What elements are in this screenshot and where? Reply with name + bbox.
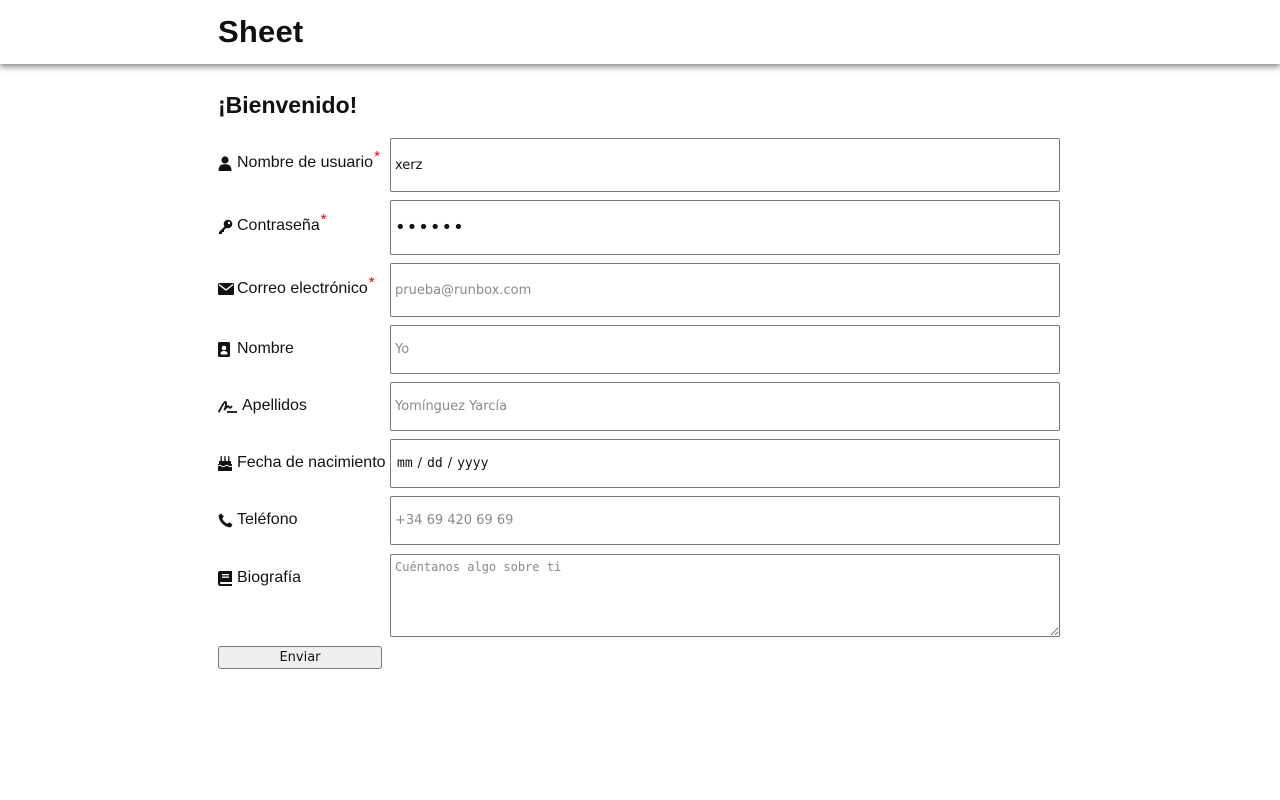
bio-label-text: Biografía (237, 569, 302, 586)
birthdate-year[interactable]: yyyy (457, 456, 488, 471)
envelope-icon (218, 282, 234, 297)
bio-textarea[interactable] (390, 554, 1060, 637)
email-row: Correo electrónico * (218, 263, 1062, 317)
password-row: Contraseña * (218, 200, 1062, 255)
first-name-label-text: Nombre (237, 340, 294, 357)
date-separator: / (417, 456, 423, 471)
email-input[interactable] (390, 263, 1060, 317)
birthdate-day[interactable]: dd (427, 456, 443, 471)
birthdate-label: Fecha de nacimiento (218, 454, 386, 472)
required-asterisk: * (374, 147, 380, 165)
last-name-row: Apellidos (218, 382, 1062, 431)
username-label: Nombre de usuario * (218, 148, 380, 172)
first-name-input[interactable] (390, 325, 1060, 374)
address-card-icon (218, 341, 233, 357)
email-label: Correo electrónico * (218, 274, 375, 298)
password-label-text: Contraseña (237, 217, 320, 234)
app-brand: Sheet (218, 14, 304, 49)
phone-label-text: Teléfono (237, 511, 298, 528)
password-input[interactable] (390, 200, 1060, 255)
user-icon (218, 155, 233, 171)
last-name-label: Apellidos (218, 397, 307, 415)
required-asterisk: * (368, 273, 375, 291)
username-label-text: Nombre de usuario (237, 154, 374, 171)
bio-label: Biografía (218, 569, 301, 587)
last-name-input[interactable] (390, 382, 1060, 431)
password-label: Contraseña * (218, 211, 327, 235)
username-input[interactable] (390, 138, 1060, 192)
phone-row: Teléfono (218, 496, 1062, 545)
birthdate-month[interactable]: mm (397, 456, 413, 471)
username-row: Nombre de usuario * (218, 138, 1062, 192)
birthdate-label-text: Fecha de nacimiento (237, 454, 386, 471)
last-name-label-text: Apellidos (242, 397, 307, 414)
date-separator: / (447, 456, 453, 471)
signature-icon (218, 399, 238, 414)
page-title: ¡Bienvenido! (218, 92, 358, 118)
required-asterisk: * (320, 210, 327, 228)
bio-row: Biografía (218, 554, 1062, 637)
birthday-cake-icon (218, 455, 233, 471)
book-icon (218, 570, 233, 586)
birthdate-row: Fecha de nacimiento mm / dd / yyyy (218, 439, 1062, 488)
top-bar: Sheet (0, 0, 1280, 64)
first-name-row: Nombre (218, 325, 1062, 374)
submit-button[interactable]: Enviar (218, 646, 382, 669)
first-name-label: Nombre (218, 340, 294, 358)
registration-form: ¡Bienvenido! Nombre de usuario * Contras… (218, 90, 1062, 669)
phone-label: Teléfono (218, 511, 298, 529)
birthdate-input[interactable]: mm / dd / yyyy (390, 439, 1060, 488)
key-icon (218, 219, 233, 234)
phone-icon (218, 513, 233, 528)
phone-input[interactable] (390, 496, 1060, 545)
email-label-text: Correo electrónico (237, 280, 368, 297)
